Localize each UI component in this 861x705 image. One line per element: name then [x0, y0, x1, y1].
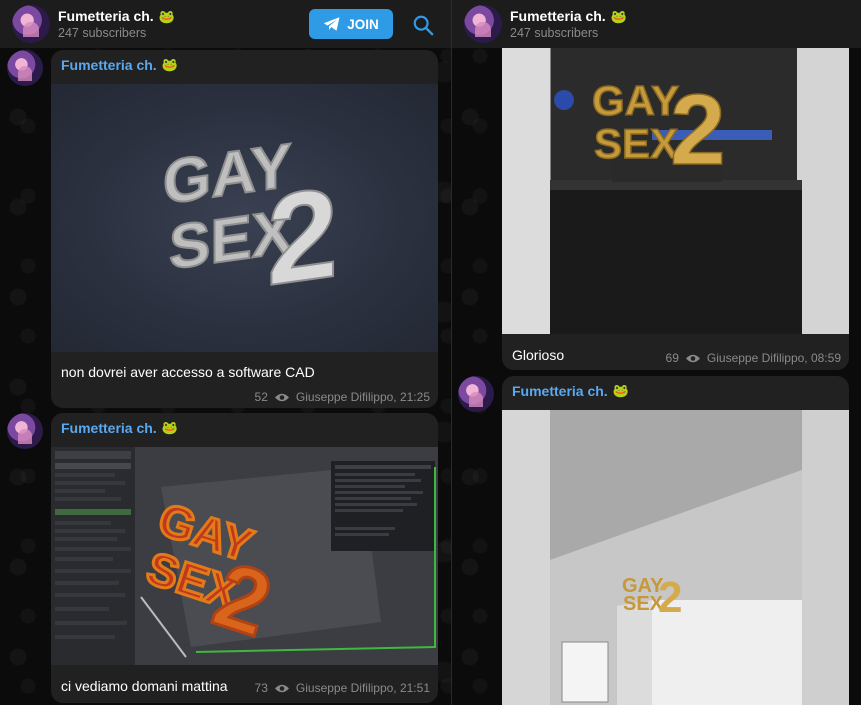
message-sender[interactable]: Fumetteria ch. 🐸: [512, 383, 629, 399]
frog-emoji-icon: 🐸: [612, 383, 629, 398]
view-count: 69: [665, 351, 679, 365]
message-photo[interactable]: GAY SEX 2: [502, 30, 849, 334]
message-bubble[interactable]: Fumetteria ch. 🐸 GAY SEX 2 ci vediamo do…: [51, 413, 438, 703]
message-photo[interactable]: GAY SEX 2: [502, 410, 849, 705]
subscriber-count: 247 subscribers: [58, 25, 147, 40]
author-time: Giuseppe Difilippo, 08:59: [706, 351, 841, 365]
message-meta: 52 Giuseppe Difilippo, 21:25: [255, 390, 430, 404]
channel-info[interactable]: Fumetteria ch. 🐸 247 subscribers: [58, 8, 175, 41]
artwork-text-bottom: SEX: [594, 120, 678, 167]
message-avatar[interactable]: [7, 50, 43, 86]
frog-emoji-icon: 🐸: [161, 420, 178, 435]
join-label: JOIN: [347, 16, 379, 32]
app-root: Fumetteria ch. 🐸 247 subscribers JOIN Fum…: [0, 0, 861, 705]
search-icon[interactable]: [412, 14, 434, 36]
message-sender[interactable]: Fumetteria ch. 🐸: [61, 57, 178, 73]
frog-emoji-icon: 🐸: [161, 57, 178, 72]
eye-icon: [274, 393, 289, 401]
author-time: Giuseppe Difilippo, 21:51: [295, 681, 430, 695]
artwork-numeral: 2: [670, 74, 726, 186]
message-photo[interactable]: GAY SEX 2: [51, 447, 438, 665]
join-button[interactable]: JOIN: [309, 9, 393, 39]
eye-icon: [685, 354, 700, 362]
telegram-plane-icon: [323, 17, 340, 31]
channel-header[interactable]: Fumetteria ch. 🐸 247 subscribers: [452, 0, 861, 48]
message-photo[interactable]: GAY SEX 2: [51, 84, 438, 352]
message-bubble[interactable]: Fumetteria ch. 🐸 GAY SEX 2: [502, 376, 849, 705]
message-bubble[interactable]: Fumetteria ch. 🐸 GAY SEX 2 non dovrei ave…: [51, 50, 438, 408]
channel-avatar[interactable]: [464, 5, 502, 43]
message-avatar[interactable]: [458, 376, 494, 412]
message-avatar[interactable]: [7, 413, 43, 449]
eye-icon: [274, 684, 289, 692]
frog-emoji-icon: 🐸: [610, 8, 627, 24]
channel-header[interactable]: Fumetteria ch. 🐸 247 subscribers JOIN: [0, 0, 451, 48]
channel-avatar[interactable]: [12, 5, 50, 43]
message-sender[interactable]: Fumetteria ch. 🐸: [61, 420, 178, 436]
message-caption: non dovrei aver accesso a software CAD: [61, 364, 315, 380]
channel-pane-right[interactable]: Fumetteria ch.🐸 247 subscribers GAY SEX: [452, 0, 861, 705]
subscriber-count: 247 subscribers: [510, 25, 599, 40]
channel-info[interactable]: Fumetteria ch. 🐸 247 subscribers: [510, 8, 627, 41]
artwork-numeral: 2: [658, 573, 682, 622]
artwork-text-top: GAY: [592, 77, 679, 124]
cabinet-top-photo: GAY SEX 2: [550, 410, 802, 705]
message-caption: ci vediamo domani mattina: [61, 678, 228, 694]
author-time: Giuseppe Difilippo, 21:25: [295, 390, 430, 404]
artwork-numeral: 2: [267, 161, 338, 313]
channel-title: Fumetteria ch. 🐸: [58, 7, 175, 24]
message-meta: 73 Giuseppe Difilippo, 21:51: [255, 681, 430, 695]
view-count: 52: [254, 390, 268, 404]
view-count: 73: [254, 681, 268, 695]
channel-pane-left[interactable]: Fumetteria ch. 🐸 247 subscribers JOIN Fum…: [0, 0, 451, 705]
printed-model-photo: GAY SEX 2: [550, 73, 802, 334]
channel-title: Fumetteria ch. 🐸: [510, 7, 627, 24]
message-bubble[interactable]: GAY SEX 2 Glorioso 69 Giuseppe Difilippo…: [502, 30, 849, 370]
message-meta: 69 Giuseppe Difilippo, 08:59: [666, 351, 841, 365]
slicer-screenshot-image: GAY SEX 2: [51, 447, 437, 665]
frog-emoji-icon: 🐸: [158, 8, 175, 24]
cad-render-image: GAY SEX 2: [162, 130, 339, 314]
message-caption: Glorioso: [512, 347, 565, 363]
